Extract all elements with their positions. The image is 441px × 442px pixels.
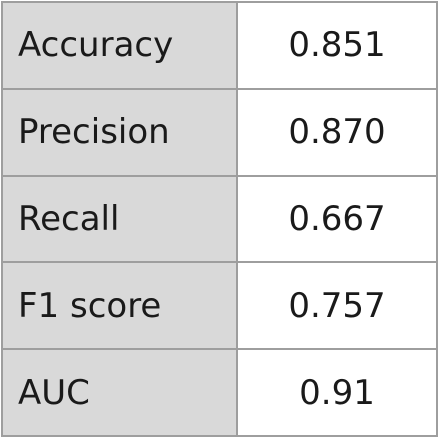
metric-label-precision: Precision — [1, 87, 238, 177]
table-row: Recall 0.667 — [1, 174, 438, 264]
metrics-table: Accuracy 0.851 Precision 0.870 Recall 0.… — [1, 1, 438, 437]
metric-value-f1-score: 0.757 — [236, 261, 438, 351]
table-row: AUC 0.91 — [1, 348, 438, 437]
table-row: Accuracy 0.851 — [1, 1, 438, 90]
metric-value-recall: 0.667 — [236, 174, 438, 264]
table-row: F1 score 0.757 — [1, 261, 438, 351]
metric-label-auc: AUC — [1, 348, 238, 437]
metric-label-accuracy: Accuracy — [1, 1, 238, 90]
metric-value-accuracy: 0.851 — [236, 1, 438, 90]
metric-value-auc: 0.91 — [236, 348, 438, 437]
metric-label-recall: Recall — [1, 174, 238, 264]
metric-label-f1-score: F1 score — [1, 261, 238, 351]
metric-value-precision: 0.870 — [236, 87, 438, 177]
table-row: Precision 0.870 — [1, 87, 438, 177]
